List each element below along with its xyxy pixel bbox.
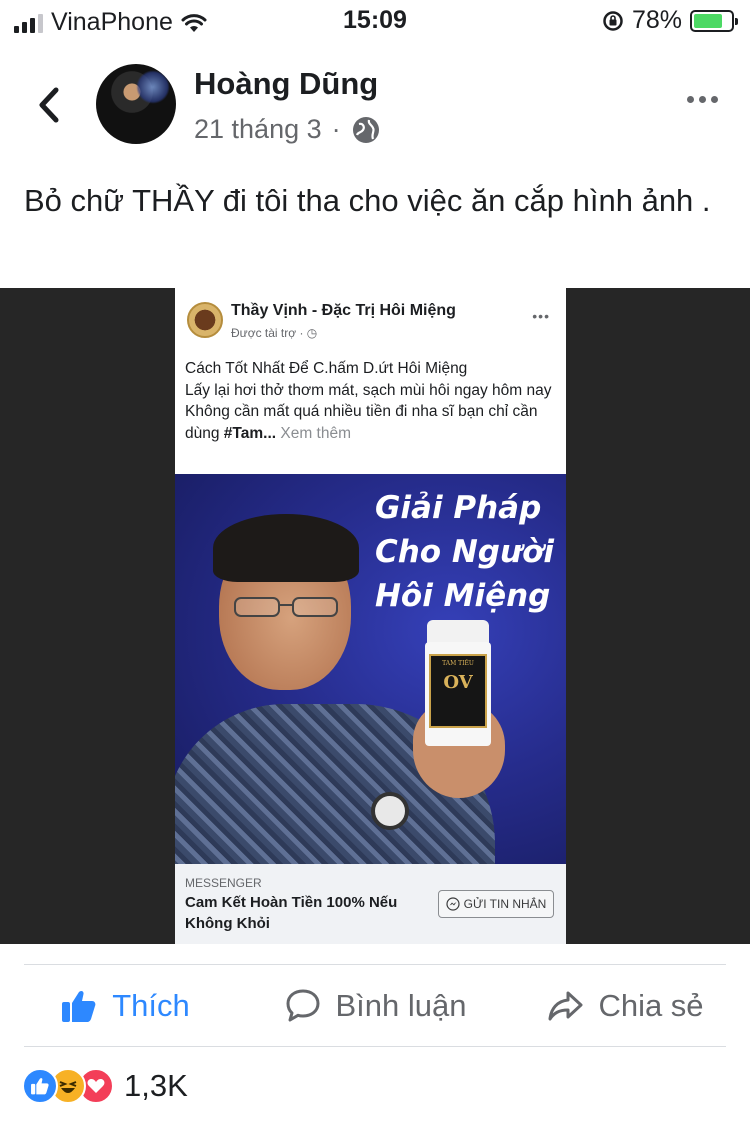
author-name[interactable]: Hoàng Dũng [194, 66, 378, 102]
battery-percent: 78% [631, 6, 682, 34]
share-label: Chia sẻ [598, 988, 704, 1023]
post-date[interactable]: 21 tháng 3 [194, 114, 322, 145]
ad-text-line: Lấy lại hơi thở thơm mát, sạch mùi hôi n… [185, 381, 552, 399]
comment-label: Bình luận [335, 988, 467, 1023]
battery-icon [690, 9, 738, 32]
like-button[interactable]: Thích [0, 987, 250, 1025]
ad-page-name: Thầy Vịnh - Đặc Trị Hôi Miệng [231, 302, 456, 319]
messenger-icon [446, 897, 460, 911]
divider [24, 1046, 726, 1047]
back-chevron-icon[interactable] [30, 80, 70, 130]
glasses [234, 597, 338, 617]
bottle-brand: TAM TIÊU [442, 660, 474, 667]
ad-banner-image: Giải Pháp Cho Người Hôi Miệng TAM TIÊU O… [175, 474, 566, 864]
ad-footer-kicker: MESSENGER [185, 876, 262, 890]
ad-footer-title: Cam Kết Hoàn Tiền 100% Nếu Không Khỏi [185, 894, 398, 932]
author-avatar[interactable] [96, 64, 176, 144]
ad-text-line: Cách Tốt Nhất Để C.hấm D.ứt Hôi Miệng [185, 360, 468, 377]
rotation-lock-icon [603, 10, 623, 31]
reaction-summary[interactable]: 1,3K [22, 1068, 188, 1104]
status-bar: VinaPhone 15:09 78% [0, 0, 750, 44]
meta-separator: · [331, 114, 341, 144]
comment-button[interactable]: Bình luận [250, 987, 500, 1025]
ad-text: Cách Tốt Nhất Để C.hấm D.ứt Hôi Miệng Lấ… [185, 358, 560, 444]
divider [24, 964, 726, 965]
comment-icon [286, 989, 319, 1022]
thumbs-up-icon [62, 990, 96, 1022]
ad-page-avatar [187, 302, 223, 338]
ad-text-line: Không cần mất quá nhiều tiền đi nha sĩ b… [185, 403, 538, 442]
post-actions: Thích Bình luận Chia sẻ [0, 966, 750, 1046]
ad-sponsored-label: Được tài trợ · ◷ [231, 326, 318, 340]
post-text: Bỏ chữ THẦY đi tôi tha cho việc ăn cắp h… [24, 183, 711, 218]
post-meta: 21 tháng 3 · [194, 114, 381, 145]
more-options-icon[interactable] [687, 96, 718, 103]
ad-headline: Giải Pháp Cho Người Hôi Miệng [374, 490, 554, 614]
wristwatch [371, 792, 409, 830]
ad-footer: MESSENGER Cam Kết Hoàn Tiền 100% Nếu Khô… [175, 864, 566, 944]
product-bottle: TAM TIÊU OV [425, 620, 491, 746]
share-icon [548, 991, 583, 1021]
send-message-button: GỬI TIN NHẮN [438, 890, 554, 918]
post-photo[interactable]: Thầy Vịnh - Đặc Trị Hôi Miệng Được tài t… [0, 288, 750, 944]
like-reaction-icon [22, 1068, 58, 1104]
bottle-code: OV [443, 672, 473, 693]
share-button[interactable]: Chia sẻ [500, 987, 750, 1025]
ad-screenshot: Thầy Vịnh - Đặc Trị Hôi Miệng Được tài t… [175, 288, 566, 944]
reaction-count: 1,3K [124, 1068, 188, 1103]
like-label: Thích [112, 988, 190, 1023]
ad-more-icon: ••• [532, 308, 550, 324]
globe-icon [352, 116, 379, 143]
man-hair [213, 514, 359, 582]
